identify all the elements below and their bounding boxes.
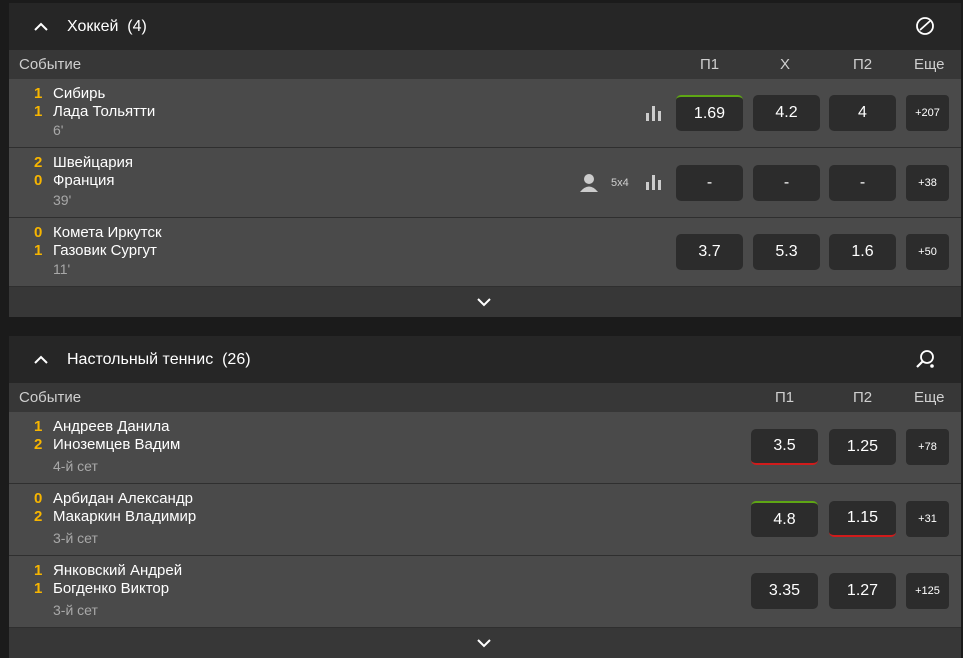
score-away: 1 <box>34 580 43 597</box>
team-away[interactable]: Богденко Виктор <box>53 580 169 597</box>
more-bets-button[interactable]: +78 <box>906 429 949 465</box>
odd-p2[interactable]: 1.6 <box>829 234 896 270</box>
odd-x[interactable]: 4.2 <box>753 95 820 131</box>
expand-section-button[interactable] <box>9 628 961 658</box>
col-more: Еще <box>914 56 945 73</box>
column-header: Событие П1 П2 Еще <box>9 383 961 412</box>
team-home[interactable]: Сибирь <box>53 85 105 102</box>
table-tennis-header[interactable]: Настольный теннис (26) <box>9 336 961 383</box>
chevron-down-icon[interactable] <box>476 296 492 308</box>
more-bets-button[interactable]: +31 <box>906 501 949 537</box>
score-away: 1 <box>34 103 43 120</box>
hockey-header[interactable]: Хоккей (4) <box>9 3 961 50</box>
match-row[interactable]: 1 1 Янковский Андрей Богденко Виктор 3-й… <box>9 556 961 628</box>
team-away[interactable]: Макаркин Владимир <box>53 508 196 525</box>
match-row[interactable]: 0 1 Комета Иркутск Газовик Сургут 11' 3.… <box>9 218 961 287</box>
col-p1: П1 <box>700 56 720 73</box>
team-home[interactable]: Комета Иркутск <box>53 224 162 241</box>
person-icon <box>580 174 598 192</box>
team-away[interactable]: Франция <box>53 172 114 189</box>
match-time: 3-й сет <box>53 530 98 546</box>
odd-p1[interactable]: 1.69 <box>676 95 743 131</box>
match-time: 11' <box>53 261 71 277</box>
col-event: Событие <box>19 389 82 406</box>
match-time: 39' <box>53 192 72 208</box>
hockey-puck-icon <box>916 17 934 35</box>
score-home: 0 <box>34 490 43 507</box>
chevron-up-icon[interactable] <box>31 352 51 366</box>
more-bets-button[interactable]: +207 <box>906 95 949 131</box>
team-away[interactable]: Лада Тольятти <box>53 103 155 120</box>
score-home: 1 <box>34 418 43 435</box>
score-home: 1 <box>34 562 43 579</box>
col-event: Событие <box>19 56 82 73</box>
score-home: 2 <box>34 154 43 171</box>
team-away[interactable]: Иноземцев Вадим <box>53 436 180 453</box>
section-title: Настольный теннис (26) <box>67 350 251 368</box>
team-home[interactable]: Янковский Андрей <box>53 562 182 579</box>
more-bets-button[interactable]: +125 <box>906 573 949 609</box>
odd-x[interactable]: - <box>753 165 820 201</box>
odd-p1[interactable]: 4.8 <box>751 501 818 537</box>
more-bets-button[interactable]: +38 <box>906 165 949 201</box>
chevron-down-icon[interactable] <box>476 637 492 649</box>
score-away: 2 <box>34 508 43 525</box>
column-header: Событие П1 Х П2 Еще <box>9 50 961 79</box>
chevron-up-icon[interactable] <box>31 19 51 33</box>
odd-p1[interactable]: - <box>676 165 743 201</box>
score-away: 1 <box>34 242 43 259</box>
match-time: 6' <box>53 122 64 138</box>
col-more: Еще <box>914 389 945 406</box>
odd-p1[interactable]: 3.7 <box>676 234 743 270</box>
col-p2: П2 <box>853 56 873 73</box>
section-title: Хоккей (4) <box>67 17 147 35</box>
match-time: 4-й сет <box>53 458 98 474</box>
odd-p2[interactable]: 1.15 <box>829 501 896 537</box>
col-p2: П2 <box>853 389 873 406</box>
odd-x[interactable]: 5.3 <box>753 234 820 270</box>
match-row[interactable]: 2 0 Швейцария Франция 39' 5х4 - - - +38 <box>9 148 961 218</box>
odd-p1[interactable]: 3.35 <box>751 573 818 609</box>
score-away: 0 <box>34 172 43 189</box>
odd-p2[interactable]: 1.27 <box>829 573 896 609</box>
score-home: 1 <box>34 85 43 102</box>
team-away[interactable]: Газовик Сургут <box>53 242 157 259</box>
team-home[interactable]: Швейцария <box>53 154 133 171</box>
match-time: 3-й сет <box>53 602 98 618</box>
table-tennis-section: Настольный теннис (26) Событие П1 П2 Еще… <box>9 336 961 658</box>
statistics-icon[interactable] <box>644 103 664 123</box>
odd-p1[interactable]: 3.5 <box>751 429 818 465</box>
col-p1: П1 <box>775 389 795 406</box>
odd-p2[interactable]: 4 <box>829 95 896 131</box>
team-home[interactable]: Арбидан Александр <box>53 490 193 507</box>
odd-p2[interactable]: - <box>829 165 896 201</box>
match-row[interactable]: 0 2 Арбидан Александр Макаркин Владимир … <box>9 484 961 556</box>
more-bets-button[interactable]: +50 <box>906 234 949 270</box>
statistics-icon[interactable] <box>644 172 664 192</box>
expand-section-button[interactable] <box>9 287 961 317</box>
powerplay-format: 5х4 <box>611 177 629 189</box>
match-row[interactable]: 1 1 Сибирь Лада Тольятти 6' 1.69 4.2 4 +… <box>9 79 961 148</box>
team-home[interactable]: Андреев Данила <box>53 418 169 435</box>
table-tennis-paddle-icon <box>916 350 934 368</box>
score-home: 0 <box>34 224 43 241</box>
odd-p2[interactable]: 1.25 <box>829 429 896 465</box>
col-x: Х <box>780 56 791 73</box>
hockey-section: Хоккей (4) Событие П1 Х П2 Еще 1 1 Сибир… <box>9 3 961 317</box>
match-row[interactable]: 1 2 Андреев Данила Иноземцев Вадим 4-й с… <box>9 412 961 484</box>
score-away: 2 <box>34 436 43 453</box>
